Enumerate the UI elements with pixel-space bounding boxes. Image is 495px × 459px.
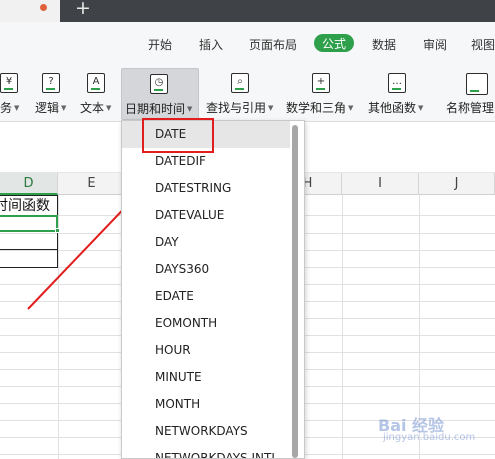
menu-item-month[interactable]: MONTH	[122, 391, 290, 418]
menu-item-edate[interactable]: EDATE	[122, 283, 290, 310]
menu-item-datestring[interactable]: DATESTRING	[122, 175, 290, 202]
date-highlight-box	[142, 118, 214, 153]
menu-item-minute[interactable]: MINUTE	[122, 364, 290, 391]
menu-item-days360[interactable]: DAYS360	[122, 256, 290, 283]
menu-item-networkdays-intl[interactable]: NETWORKDAYS.INTL	[122, 445, 290, 458]
menu-item-hour[interactable]: HOUR	[122, 337, 290, 364]
menu-item-networkdays[interactable]: NETWORKDAYS	[122, 418, 290, 445]
menu-item-day[interactable]: DAY	[122, 229, 290, 256]
watermark-url: jingyan.baidu.com	[383, 432, 476, 443]
menu-scrollbar[interactable]	[292, 125, 298, 458]
menu-item-datevalue[interactable]: DATEVALUE	[122, 202, 290, 229]
menu-item-eomonth[interactable]: EOMONTH	[122, 310, 290, 337]
spreadsheet-app: + 开始 插入 页面布局 公式 数据 审阅 视图 ¥ 务 ▼ ? 逻辑 ▼ A 文本…	[0, 0, 495, 459]
date-time-function-menu[interactable]: DATE DATEDIF DATESTRING DATEVALUE DAY DAYS360…	[121, 120, 305, 459]
